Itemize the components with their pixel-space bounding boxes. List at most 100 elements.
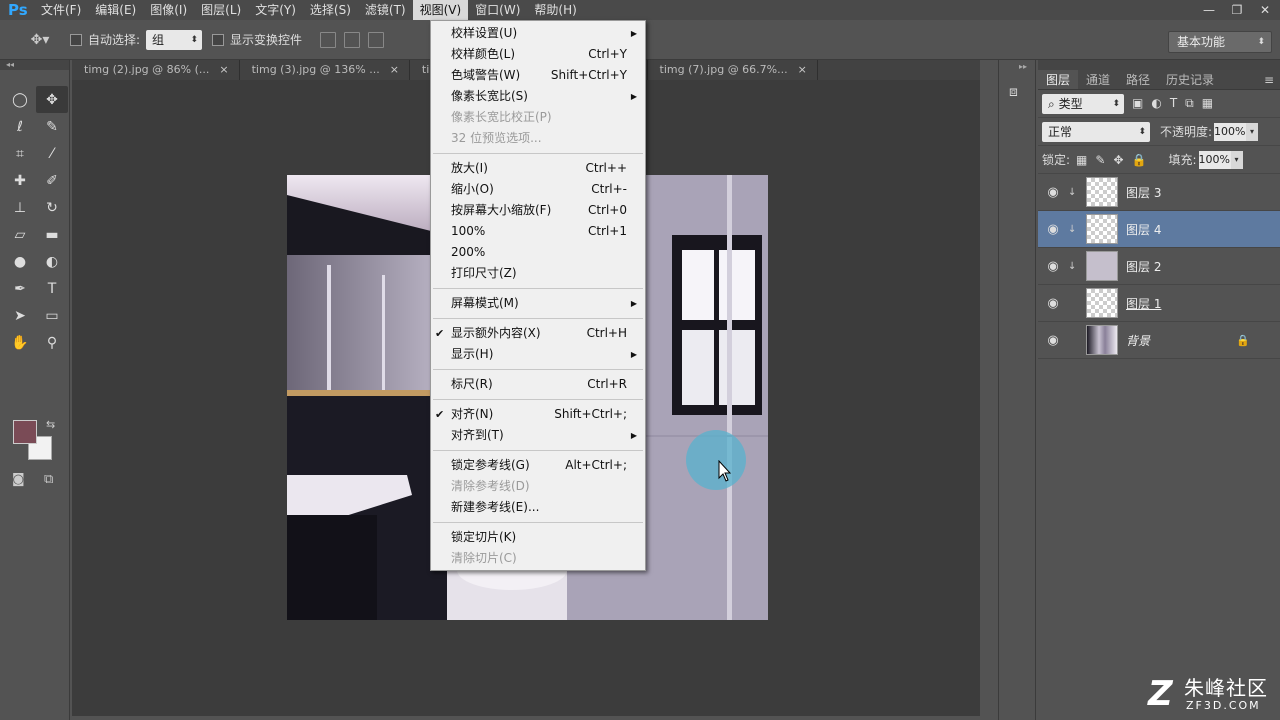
view-menu-item[interactable]: 色域警告(W) Shift+Ctrl+Y bbox=[431, 65, 645, 86]
panel-menu-icon[interactable]: ≡ bbox=[1258, 70, 1280, 89]
move-tool-preset-icon[interactable]: ✥▾ bbox=[20, 26, 60, 54]
minimize-icon[interactable]: — bbox=[1200, 3, 1218, 17]
tab-close-icon[interactable]: × bbox=[219, 60, 228, 80]
view-menu-item[interactable]: 显示(H) ▶ bbox=[431, 344, 645, 365]
screen-mode-icon[interactable]: ⧉ bbox=[44, 472, 53, 487]
marquee-tool-icon[interactable]: ◯ bbox=[4, 86, 36, 113]
layer-name[interactable]: 图层 2 bbox=[1126, 258, 1161, 275]
view-menu-item[interactable]: 校样设置(U) ▶ bbox=[431, 23, 645, 44]
view-menu-item[interactable]: 打印尺寸(Z) bbox=[431, 263, 645, 284]
layer-row[interactable]: ◉ 图层 1 bbox=[1038, 285, 1280, 322]
panel-tab[interactable]: 通道 bbox=[1078, 70, 1118, 89]
quick-mask-icon[interactable]: ◙ bbox=[12, 472, 25, 487]
document-tab[interactable]: timg (3).jpg @ 136% ... × bbox=[240, 60, 410, 80]
view-menu-item[interactable]: 屏幕模式(M) ▶ bbox=[431, 293, 645, 314]
move-tool-icon[interactable]: ✥ bbox=[36, 86, 68, 113]
filter-adjustment-icon[interactable]: ◐ bbox=[1151, 96, 1161, 111]
eraser-tool-icon[interactable]: ▱ bbox=[4, 221, 36, 248]
view-menu-item[interactable]: 新建参考线(E)... bbox=[431, 497, 645, 518]
filter-smart-object-icon[interactable]: ▦ bbox=[1202, 96, 1213, 111]
layer-row[interactable]: ◉ ↓ 图层 3 bbox=[1038, 174, 1280, 211]
visibility-eye-icon[interactable]: ◉ bbox=[1038, 296, 1068, 311]
align-bottom-icon[interactable] bbox=[368, 31, 385, 48]
view-menu-item[interactable]: 锁定参考线(G) Alt+Ctrl+; bbox=[431, 455, 645, 476]
panel-tab[interactable]: 路径 bbox=[1118, 70, 1158, 89]
lasso-tool-icon[interactable]: ℓ bbox=[4, 113, 36, 140]
dodge-tool-icon[interactable]: ◐ bbox=[36, 248, 68, 275]
layer-filter-dropdown[interactable]: ⌕ 类型 bbox=[1042, 93, 1124, 114]
show-transform-checkbox[interactable] bbox=[212, 33, 225, 46]
fill-input[interactable]: 100% bbox=[1198, 150, 1231, 169]
view-menu-item[interactable]: 按屏幕大小缩放(F) Ctrl+0 bbox=[431, 200, 645, 221]
stamp-tool-icon[interactable]: ⊥ bbox=[4, 194, 36, 221]
view-menu-item[interactable]: 对齐到(T) ▶ bbox=[431, 425, 645, 446]
panel-tab[interactable]: 图层 bbox=[1038, 70, 1079, 89]
menu-item-4[interactable]: 文字(Y) bbox=[248, 0, 303, 20]
document-tab[interactable]: timg (2).jpg @ 86% (... × bbox=[72, 60, 240, 80]
view-menu-item[interactable]: 像素长宽比(S) ▶ bbox=[431, 86, 645, 107]
type-tool-icon[interactable]: T bbox=[36, 275, 68, 302]
layer-thumbnail[interactable] bbox=[1086, 325, 1118, 355]
filter-pixel-icon[interactable]: ▣ bbox=[1132, 96, 1143, 111]
auto-select-checkbox[interactable] bbox=[70, 33, 82, 46]
menu-item-5[interactable]: 选择(S) bbox=[303, 0, 358, 20]
lock-position-icon[interactable]: ✥ bbox=[1113, 153, 1123, 167]
swap-colors-icon[interactable]: ⇆ bbox=[46, 418, 55, 431]
view-menu-item[interactable]: 放大(I) Ctrl++ bbox=[431, 158, 645, 179]
healing-tool-icon[interactable]: ✚ bbox=[4, 167, 36, 194]
tab-close-icon[interactable]: × bbox=[390, 60, 399, 80]
menu-item-2[interactable]: 图像(I) bbox=[143, 0, 194, 20]
layer-name[interactable]: 图层 1 bbox=[1126, 295, 1161, 312]
close-icon[interactable]: ✕ bbox=[1256, 3, 1274, 17]
view-menu-item[interactable]: ✔ 对齐(N) Shift+Ctrl+; bbox=[431, 404, 645, 425]
layer-name[interactable]: 背景 bbox=[1126, 332, 1150, 349]
menu-item-1[interactable]: 编辑(E) bbox=[88, 0, 143, 20]
layer-thumbnail[interactable] bbox=[1086, 214, 1118, 244]
menu-item-3[interactable]: 图层(L) bbox=[194, 0, 248, 20]
menu-item-0[interactable]: 文件(F) bbox=[34, 0, 88, 20]
layer-row[interactable]: ◉ ↓ 图层 2 bbox=[1038, 248, 1280, 285]
blur-tool-icon[interactable]: ● bbox=[4, 248, 36, 275]
zoom-tool-icon[interactable]: ⚲ bbox=[36, 329, 68, 356]
workspace-dropdown[interactable]: 基本功能 bbox=[1168, 31, 1272, 53]
view-menu-item[interactable]: 200% bbox=[431, 242, 645, 263]
opacity-input[interactable]: 100% bbox=[1214, 122, 1247, 141]
view-menu-item[interactable]: ✔ 显示额外内容(X) Ctrl+H bbox=[431, 323, 645, 344]
auto-select-dropdown[interactable]: 组 bbox=[146, 29, 203, 50]
quick-select-tool-icon[interactable]: ✎ bbox=[36, 113, 68, 140]
menu-item-9[interactable]: 帮助(H) bbox=[527, 0, 583, 20]
layer-thumbnail[interactable] bbox=[1086, 251, 1118, 281]
foreground-color-swatch[interactable] bbox=[13, 420, 37, 444]
view-menu-item[interactable]: 缩小(O) Ctrl+- bbox=[431, 179, 645, 200]
history-brush-icon[interactable]: ↻ bbox=[36, 194, 68, 221]
align-top-icon[interactable] bbox=[320, 31, 337, 48]
shape-tool-icon[interactable]: ▭ bbox=[36, 302, 68, 329]
eyedropper-tool-icon[interactable]: ⁄ bbox=[36, 140, 68, 167]
layer-name[interactable]: 图层 3 bbox=[1126, 184, 1161, 201]
filter-type-icon[interactable]: T bbox=[1170, 96, 1177, 111]
view-menu-item[interactable]: 校样颜色(L) Ctrl+Y bbox=[431, 44, 645, 65]
properties-panel-icon[interactable]: ⧈ bbox=[1009, 84, 1027, 102]
visibility-eye-icon[interactable]: ◉ bbox=[1038, 185, 1068, 200]
menu-item-8[interactable]: 窗口(W) bbox=[468, 0, 527, 20]
visibility-eye-icon[interactable]: ◉ bbox=[1038, 259, 1068, 274]
document-tab[interactable]: timg (7).jpg @ 66.7%... × bbox=[648, 60, 818, 80]
panel-tab[interactable]: 历史记录 bbox=[1158, 70, 1222, 89]
layer-thumbnail[interactable] bbox=[1086, 288, 1118, 318]
lock-all-icon[interactable]: 🔒 bbox=[1132, 153, 1147, 167]
gradient-tool-icon[interactable]: ▬ bbox=[36, 221, 68, 248]
layer-row[interactable]: ◉ 背景 🔒 bbox=[1038, 322, 1280, 359]
fill-arrow-icon[interactable]: ▾ bbox=[1230, 150, 1243, 169]
layer-name[interactable]: 图层 4 bbox=[1126, 221, 1161, 238]
hand-tool-icon[interactable]: ✋ bbox=[4, 329, 36, 356]
view-menu-item[interactable]: 锁定切片(K) bbox=[431, 527, 645, 548]
visibility-eye-icon[interactable]: ◉ bbox=[1038, 222, 1068, 237]
view-menu-item[interactable]: 100% Ctrl+1 bbox=[431, 221, 645, 242]
filter-shape-icon[interactable]: ⧉ bbox=[1185, 96, 1194, 111]
pen-tool-icon[interactable]: ✒ bbox=[4, 275, 36, 302]
crop-tool-icon[interactable]: ⌗ bbox=[4, 140, 36, 167]
tools-collapse-icon[interactable]: ◂◂ bbox=[0, 60, 69, 70]
lock-transparency-icon[interactable]: ▦ bbox=[1076, 153, 1087, 167]
view-menu-item[interactable]: 标尺(R) Ctrl+R bbox=[431, 374, 645, 395]
visibility-eye-icon[interactable]: ◉ bbox=[1038, 333, 1068, 348]
